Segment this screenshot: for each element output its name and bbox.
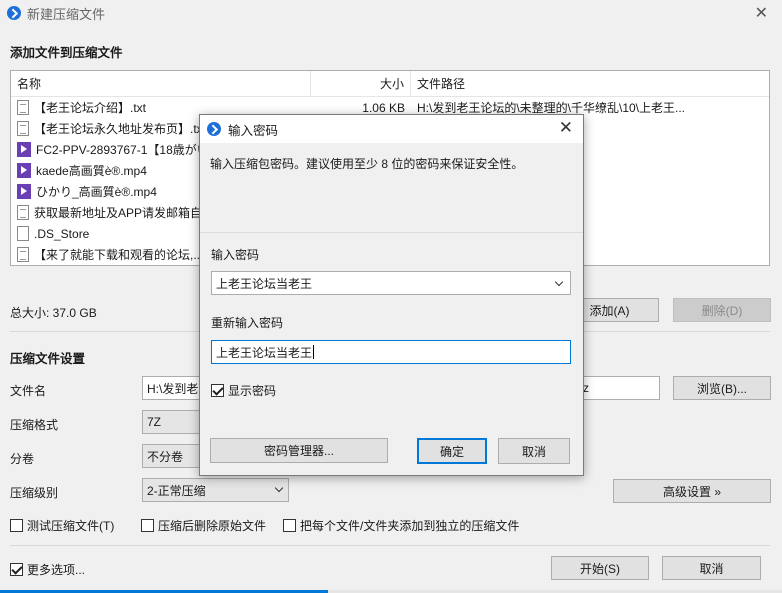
delete-button[interactable]: 删除(D)	[673, 298, 771, 322]
file-name: kaede高画質è®.mp4	[36, 164, 147, 178]
file-name: 【老王论坛介绍】.txt	[34, 101, 147, 115]
separate-archives-label: 把每个文件/文件夹添加到独立的压缩文件	[300, 519, 520, 533]
level-label: 压缩级别	[10, 486, 59, 500]
browse-button[interactable]: 浏览(B)...	[673, 376, 771, 400]
delete-after-label: 压缩后删除原始文件	[158, 519, 267, 533]
start-button[interactable]: 开始(S)	[551, 556, 649, 580]
more-options-label: 更多选项...	[27, 563, 86, 577]
video-file-icon	[17, 184, 31, 199]
app-logo-icon	[207, 122, 221, 136]
chevron-down-icon[interactable]	[554, 277, 564, 287]
confirm-password-label: 重新输入密码	[211, 316, 284, 330]
checkbox-box[interactable]	[10, 519, 23, 532]
dialog-info-panel: 输入压缩包密码。建议使用至少 8 位的密码来保证安全性。	[200, 143, 583, 233]
confirm-password-input[interactable]: 上老王论坛当老王	[211, 340, 571, 364]
text-file-icon	[17, 100, 29, 115]
window-title: 新建压缩文件	[27, 6, 106, 22]
file-list-header: 名称 大小 文件路径	[11, 71, 769, 97]
chevron-down-icon	[274, 483, 284, 493]
confirm-password-value: 上老王论坛当老王	[216, 345, 313, 360]
files-section-title: 添加文件到压缩文件	[10, 46, 123, 60]
video-file-icon	[17, 163, 31, 178]
delete-after-checkbox[interactable]: 压缩后删除原始文件	[141, 517, 266, 534]
ok-button[interactable]: 确定	[417, 438, 487, 464]
checkbox-box[interactable]	[283, 519, 296, 532]
text-cursor	[313, 345, 315, 359]
total-size-label: 总大小: 37.0 GB	[10, 306, 97, 320]
text-file-icon	[17, 121, 29, 136]
cancel-button[interactable]: 取消	[662, 556, 761, 580]
password-dialog: 输入密码 ✕ 输入压缩包密码。建议使用至少 8 位的密码来保证安全性。 输入密码…	[199, 114, 584, 476]
file-name: 获取最新地址及APP请发邮箱自...	[34, 206, 213, 220]
split-value: 不分卷	[147, 449, 184, 464]
show-password-checkbox[interactable]: 显示密码	[211, 382, 276, 399]
format-value: 7Z	[147, 415, 162, 429]
checkbox-box-checked[interactable]	[10, 563, 23, 576]
more-options-checkbox[interactable]: 更多选项...	[10, 561, 85, 578]
dialog-cancel-button[interactable]: 取消	[498, 438, 570, 464]
show-password-label: 显示密码	[228, 384, 277, 398]
column-header-name[interactable]: 名称	[11, 71, 311, 96]
dialog-titlebar: 输入密码 ✕	[200, 115, 583, 143]
text-file-icon	[17, 205, 29, 220]
test-archive-label: 测试压缩文件(T)	[27, 519, 115, 533]
dialog-info-text: 输入压缩包密码。建议使用至少 8 位的密码来保证安全性。	[210, 157, 524, 171]
window-close-icon[interactable]: ✕	[755, 3, 768, 23]
filename-value: H:\发到老	[147, 381, 199, 396]
column-header-size[interactable]: 大小	[311, 71, 411, 96]
password-input[interactable]: 上老王论坛当老王	[211, 271, 571, 295]
checkbox-box[interactable]	[141, 519, 154, 532]
app-logo-icon	[7, 6, 21, 20]
checkbox-box-checked[interactable]	[211, 384, 224, 397]
dialog-close-icon[interactable]: ✕	[559, 118, 573, 138]
dialog-title: 输入密码	[228, 123, 279, 138]
test-archive-checkbox[interactable]: 测试压缩文件(T)	[10, 517, 114, 534]
dialog-body: 输入密码 上老王论坛当老王 重新输入密码 上老王论坛当老王 显示密码 密码管理器…	[200, 233, 583, 475]
filename-label: 文件名	[10, 384, 47, 398]
separate-archives-checkbox[interactable]: 把每个文件/文件夹添加到独立的压缩文件	[283, 517, 519, 534]
password-label: 输入密码	[211, 248, 260, 262]
level-select[interactable]: 2-正常压缩	[142, 478, 289, 502]
format-label: 压缩格式	[10, 418, 59, 432]
file-name: .DS_Store	[34, 226, 90, 241]
level-value: 2-正常压缩	[147, 483, 206, 498]
settings-section-title: 压缩文件设置	[10, 352, 86, 366]
video-file-icon	[17, 142, 31, 157]
password-manager-button[interactable]: 密码管理器...	[210, 438, 388, 463]
window-titlebar: 新建压缩文件 ✕	[0, 0, 782, 26]
advanced-settings-button[interactable]: 高级设置 »	[613, 479, 771, 503]
divider	[10, 545, 770, 546]
file-name: 【老王论坛永久地址发布页】.txt	[34, 122, 207, 136]
text-file-icon	[17, 226, 29, 241]
file-size: 1.06 KB	[362, 100, 405, 115]
column-header-path[interactable]: 文件路径	[411, 71, 465, 96]
password-value: 上老王论坛当老王	[216, 276, 313, 291]
file-name: FC2-PPV-2893767-1【18歳がい...	[36, 143, 219, 157]
file-name: ひかり_高画質è®.mp4	[36, 185, 157, 199]
file-name: 【来了就能下载和观看的论坛,...	[34, 248, 204, 262]
split-label: 分卷	[10, 452, 35, 466]
text-file-icon	[17, 247, 29, 262]
